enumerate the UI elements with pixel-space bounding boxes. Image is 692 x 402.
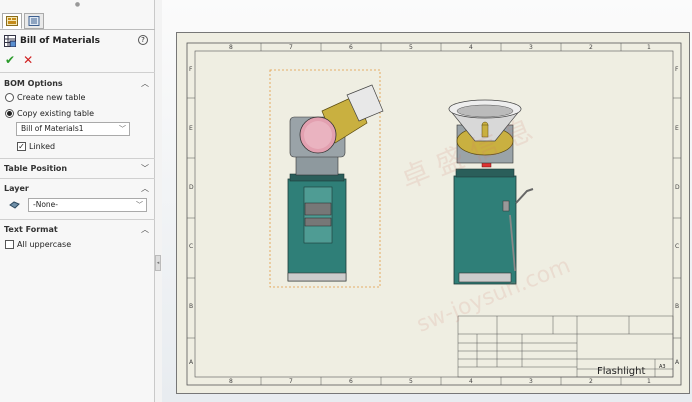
divider — [0, 178, 155, 179]
zone-label-left: B — [189, 303, 193, 310]
divider — [0, 219, 155, 220]
layer-title[interactable]: Layer — [4, 184, 29, 193]
pm-title: Bill of Materials — [20, 36, 100, 46]
zone-ticks — [187, 43, 681, 385]
zone-label-left: F — [189, 66, 193, 73]
tab-property-manager[interactable] — [2, 13, 22, 29]
radio-create-new[interactable] — [5, 93, 14, 102]
panel-grip[interactable]: ● — [0, 0, 155, 12]
zone-label-bottom: 5 — [409, 378, 413, 385]
linked-label: Linked — [29, 142, 56, 151]
pm-header: Bill of Materials ? — [4, 33, 152, 49]
zone-label-top: 3 — [529, 44, 533, 51]
zone-label-left: A — [189, 359, 194, 366]
all-uppercase-option[interactable]: All uppercase — [5, 240, 71, 249]
chevron-up-icon[interactable]: ︿ — [141, 224, 149, 235]
zone-label-top: 4 — [469, 44, 473, 51]
copy-existing-table-option[interactable]: Copy existing table — [5, 109, 94, 118]
chevron-up-icon[interactable]: ︿ — [141, 183, 149, 194]
graphics-area[interactable]: 8 7 6 5 4 3 2 1 8 7 6 5 4 3 2 1 F E D C — [162, 0, 692, 402]
chevron-up-icon[interactable]: ︿ — [141, 78, 149, 89]
zone-label-right: F — [675, 66, 679, 73]
panel-tab-divider — [0, 29, 155, 30]
zone-label-bottom: 6 — [349, 378, 353, 385]
tab-configuration-manager[interactable] — [24, 13, 44, 29]
drawing-svg: 8 7 6 5 4 3 2 1 8 7 6 5 4 3 2 1 F E D C — [186, 42, 682, 386]
zone-label-bottom: 7 — [289, 378, 293, 385]
drawing-view-front[interactable] — [448, 99, 534, 285]
title-block-drawing-name: Flashlight — [597, 366, 645, 377]
existing-table-value: Bill of Materials1 — [21, 124, 84, 133]
chevron-down-icon: ﹀ — [136, 201, 143, 209]
layer-value: -None- — [33, 200, 58, 209]
divider — [0, 72, 155, 73]
all-uppercase-checkbox[interactable] — [5, 240, 14, 249]
table-position-title[interactable]: Table Position — [4, 164, 67, 173]
divider — [0, 158, 155, 159]
chevron-down-icon: ﹀ — [119, 125, 126, 133]
zone-label-top: 2 — [589, 44, 593, 51]
layer-select[interactable]: -None- ﹀ — [28, 198, 147, 212]
property-manager-icon — [6, 16, 18, 26]
zone-label-right: B — [675, 303, 679, 310]
create-new-table-option[interactable]: Create new table — [5, 93, 85, 102]
zone-label-left: E — [189, 125, 193, 132]
copy-existing-table-label: Copy existing table — [17, 109, 95, 118]
zone-label-top: 6 — [349, 44, 353, 51]
zone-label-bottom: 8 — [229, 378, 233, 385]
outer-border — [186, 42, 682, 386]
panel-tabs — [2, 13, 44, 30]
zone-label-bottom: 4 — [469, 378, 473, 385]
ok-button[interactable]: ✔ — [5, 53, 15, 67]
chevron-down-icon[interactable]: ﹀ — [141, 163, 149, 174]
zone-label-top: 7 — [289, 44, 293, 51]
zone-label-right: A — [675, 359, 680, 366]
linked-checkbox[interactable]: ✓ — [17, 142, 26, 151]
cancel-button[interactable]: ✕ — [23, 53, 33, 67]
help-icon[interactable]: ? — [138, 35, 148, 45]
configuration-manager-icon — [28, 16, 40, 26]
zone-label-top: 8 — [229, 44, 233, 51]
inner-border — [194, 50, 674, 378]
zone-label-left: C — [189, 243, 193, 250]
drawing-view-iso[interactable] — [269, 69, 384, 288]
zone-label-top: 1 — [647, 44, 651, 51]
zone-label-right: C — [675, 243, 679, 250]
property-manager-panel: ● Bill of Materials ? ✔ ✕ BOM Options ︿ … — [0, 0, 155, 402]
bom-table-icon — [4, 35, 16, 47]
bom-options-title[interactable]: BOM Options — [4, 79, 63, 88]
zone-label-right: E — [675, 125, 679, 132]
zone-label-left: D — [189, 184, 194, 191]
drawing-sheet[interactable]: 8 7 6 5 4 3 2 1 8 7 6 5 4 3 2 1 F E D C — [176, 32, 690, 394]
zone-label-bottom: 1 — [647, 378, 651, 385]
existing-table-select[interactable]: Bill of Materials1 ﹀ — [16, 122, 130, 136]
text-format-title[interactable]: Text Format — [4, 225, 58, 234]
layer-icon — [9, 201, 20, 209]
title-block-sheet-size: A3 — [659, 364, 666, 370]
radio-copy-existing[interactable] — [5, 109, 14, 118]
zone-label-bottom: 2 — [589, 378, 593, 385]
panel-collapse-handle[interactable]: ◂ — [155, 255, 161, 271]
zone-label-top: 5 — [409, 44, 413, 51]
zone-label-right: D — [675, 184, 680, 191]
zone-label-bottom: 3 — [529, 378, 533, 385]
pm-actions: ✔ ✕ — [5, 53, 33, 67]
linked-option[interactable]: ✓ Linked — [17, 142, 55, 151]
create-new-table-label: Create new table — [17, 93, 86, 102]
all-uppercase-label: All uppercase — [17, 240, 72, 249]
